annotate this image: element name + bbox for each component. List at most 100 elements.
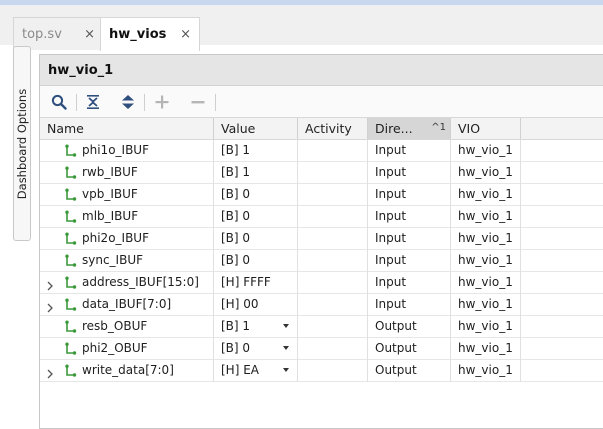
probe-name: phi1o_IBUF [82, 143, 149, 157]
close-icon[interactable]: × [84, 27, 95, 42]
expand-all-icon[interactable] [118, 92, 138, 112]
probe-direction-cell: Output [368, 316, 451, 338]
dashboard-options-label: Dashboard Options [15, 88, 29, 199]
table-row[interactable]: resb_OBUF [B] 1 Output hw_vio_1 [40, 316, 603, 338]
probe-value-cell: [H] FFFF [214, 272, 298, 294]
probe-activity-cell [298, 184, 368, 206]
chevron-right-icon[interactable] [46, 365, 54, 379]
probe-direction-cell: Input [368, 250, 451, 272]
probe-name-cell: phi2_OBUF [40, 338, 214, 360]
probe-name-cell: resb_OBUF [40, 316, 214, 338]
panel-title-bar: hw_vio_1 [40, 55, 603, 86]
probe-value-cell: [B] 0 [214, 250, 298, 272]
toolbar [40, 86, 603, 117]
probe-activity-cell [298, 140, 368, 162]
probe-vio-cell: hw_vio_1 [451, 184, 521, 206]
collapse-all-icon[interactable] [83, 92, 103, 112]
table-row[interactable]: data_IBUF[7:0] [H] 00 Input hw_vio_1 [40, 294, 603, 316]
column-header-direction[interactable]: Dire... ^1 [368, 118, 451, 139]
probe-value-cell[interactable]: [H] EA [214, 360, 298, 382]
vio-dashboard-panel: hw_vio_1 Name Value Activity Dire... ^1 … [39, 54, 603, 429]
chevron-right-icon[interactable] [46, 277, 54, 291]
probe-vio-cell: hw_vio_1 [451, 272, 521, 294]
probe-direction-cell: Output [368, 360, 451, 382]
probe-name: phi2_OBUF [82, 341, 148, 355]
add-icon[interactable] [152, 92, 172, 112]
table-row[interactable]: vpb_IBUF [B] 0 Input hw_vio_1 [40, 184, 603, 206]
probe-activity-cell [298, 316, 368, 338]
probe-name: sync_IBUF [82, 253, 144, 267]
column-header-value[interactable]: Value [214, 118, 298, 139]
probe-name-cell: data_IBUF[7:0] [40, 294, 214, 316]
probe-name-cell: address_IBUF[15:0] [40, 272, 214, 294]
probe-name-cell: phi1o_IBUF [40, 140, 214, 162]
probe-value: [B] 0 [221, 253, 251, 267]
probe-signal-icon [64, 144, 78, 158]
chevron-right-icon[interactable] [46, 299, 54, 313]
probe-direction-cell: Input [368, 184, 451, 206]
probe-activity-cell [298, 360, 368, 382]
probe-vio-cell: hw_vio_1 [451, 228, 521, 250]
table-header: Name Value Activity Dire... ^1 VIO [40, 117, 603, 140]
probe-value: [B] 0 [221, 231, 251, 245]
close-icon[interactable]: × [180, 27, 191, 42]
table-row[interactable]: rwb_IBUF [B] 1 Input hw_vio_1 [40, 162, 603, 184]
probe-signal-icon [64, 320, 78, 334]
probe-name-cell: sync_IBUF [40, 250, 214, 272]
probe-vio-cell: hw_vio_1 [451, 140, 521, 162]
probe-signal-icon [64, 210, 78, 224]
table-row[interactable]: mlb_IBUF [B] 0 Input hw_vio_1 [40, 206, 603, 228]
table-row[interactable]: phi2_OBUF [B] 0 Output hw_vio_1 [40, 338, 603, 360]
dropdown-arrow-icon[interactable] [283, 346, 289, 350]
probe-activity-cell [298, 294, 368, 316]
probe-direction-cell: Input [368, 294, 451, 316]
column-header-vio[interactable]: VIO [451, 118, 521, 139]
probe-value: [B] 1 [221, 319, 251, 333]
remove-icon[interactable] [188, 92, 208, 112]
probe-direction-cell: Input [368, 140, 451, 162]
table-row[interactable]: write_data[7:0] [H] EA Output hw_vio_1 [40, 360, 603, 382]
probe-value: [H] 00 [221, 297, 259, 311]
probe-value-cell[interactable]: [B] 1 [214, 316, 298, 338]
probe-vio-cell: hw_vio_1 [451, 360, 521, 382]
probe-signal-icon [64, 298, 78, 312]
table-row[interactable]: phi1o_IBUF [B] 1 Input hw_vio_1 [40, 140, 603, 162]
dashboard-options-tab[interactable]: Dashboard Options [13, 46, 31, 241]
probe-value: [B] 0 [221, 209, 251, 223]
probe-direction-cell: Input [368, 228, 451, 250]
dropdown-arrow-icon[interactable] [283, 368, 289, 372]
probe-value-cell[interactable]: [B] 0 [214, 338, 298, 360]
probe-vio-cell: hw_vio_1 [451, 294, 521, 316]
column-header-name[interactable]: Name [40, 118, 214, 139]
tab-hw-vios[interactable]: hw_vios × [100, 17, 200, 51]
probe-vio-cell: hw_vio_1 [451, 316, 521, 338]
probe-name-cell: rwb_IBUF [40, 162, 214, 184]
table-row[interactable]: address_IBUF[15:0] [H] FFFF Input hw_vio_1 [40, 272, 603, 294]
search-icon[interactable] [49, 92, 69, 112]
probe-name: vpb_IBUF [82, 187, 138, 201]
probe-signal-icon [64, 364, 78, 378]
dropdown-arrow-icon[interactable] [283, 324, 289, 328]
probe-direction-cell: Input [368, 206, 451, 228]
probe-name-cell: phi2o_IBUF [40, 228, 214, 250]
probe-activity-cell [298, 228, 368, 250]
probe-value: [B] 0 [221, 187, 251, 201]
probe-value-cell: [B] 1 [214, 162, 298, 184]
probe-activity-cell [298, 338, 368, 360]
editor-tab-bar: top.sv × hw_vios × [0, 5, 603, 51]
probe-table: phi1o_IBUF [B] 1 Input hw_vio_1 rwb_IBUF [B] … [40, 140, 603, 382]
toolbar-separator [144, 94, 145, 111]
table-row[interactable]: sync_IBUF [B] 0 Input hw_vio_1 [40, 250, 603, 272]
probe-vio-cell: hw_vio_1 [451, 250, 521, 272]
toolbar-separator [215, 94, 216, 111]
probe-vio-cell: hw_vio_1 [451, 338, 521, 360]
probe-vio-cell: hw_vio_1 [451, 162, 521, 184]
sort-ascending-icon: ^1 [431, 122, 446, 133]
probe-signal-icon [64, 188, 78, 202]
probe-name: data_IBUF[7:0] [82, 297, 172, 311]
probe-name: address_IBUF[15:0] [82, 275, 199, 289]
panel-title: hw_vio_1 [48, 63, 114, 78]
table-row[interactable]: phi2o_IBUF [B] 0 Input hw_vio_1 [40, 228, 603, 250]
probe-name-cell: vpb_IBUF [40, 184, 214, 206]
column-header-activity[interactable]: Activity [298, 118, 368, 139]
